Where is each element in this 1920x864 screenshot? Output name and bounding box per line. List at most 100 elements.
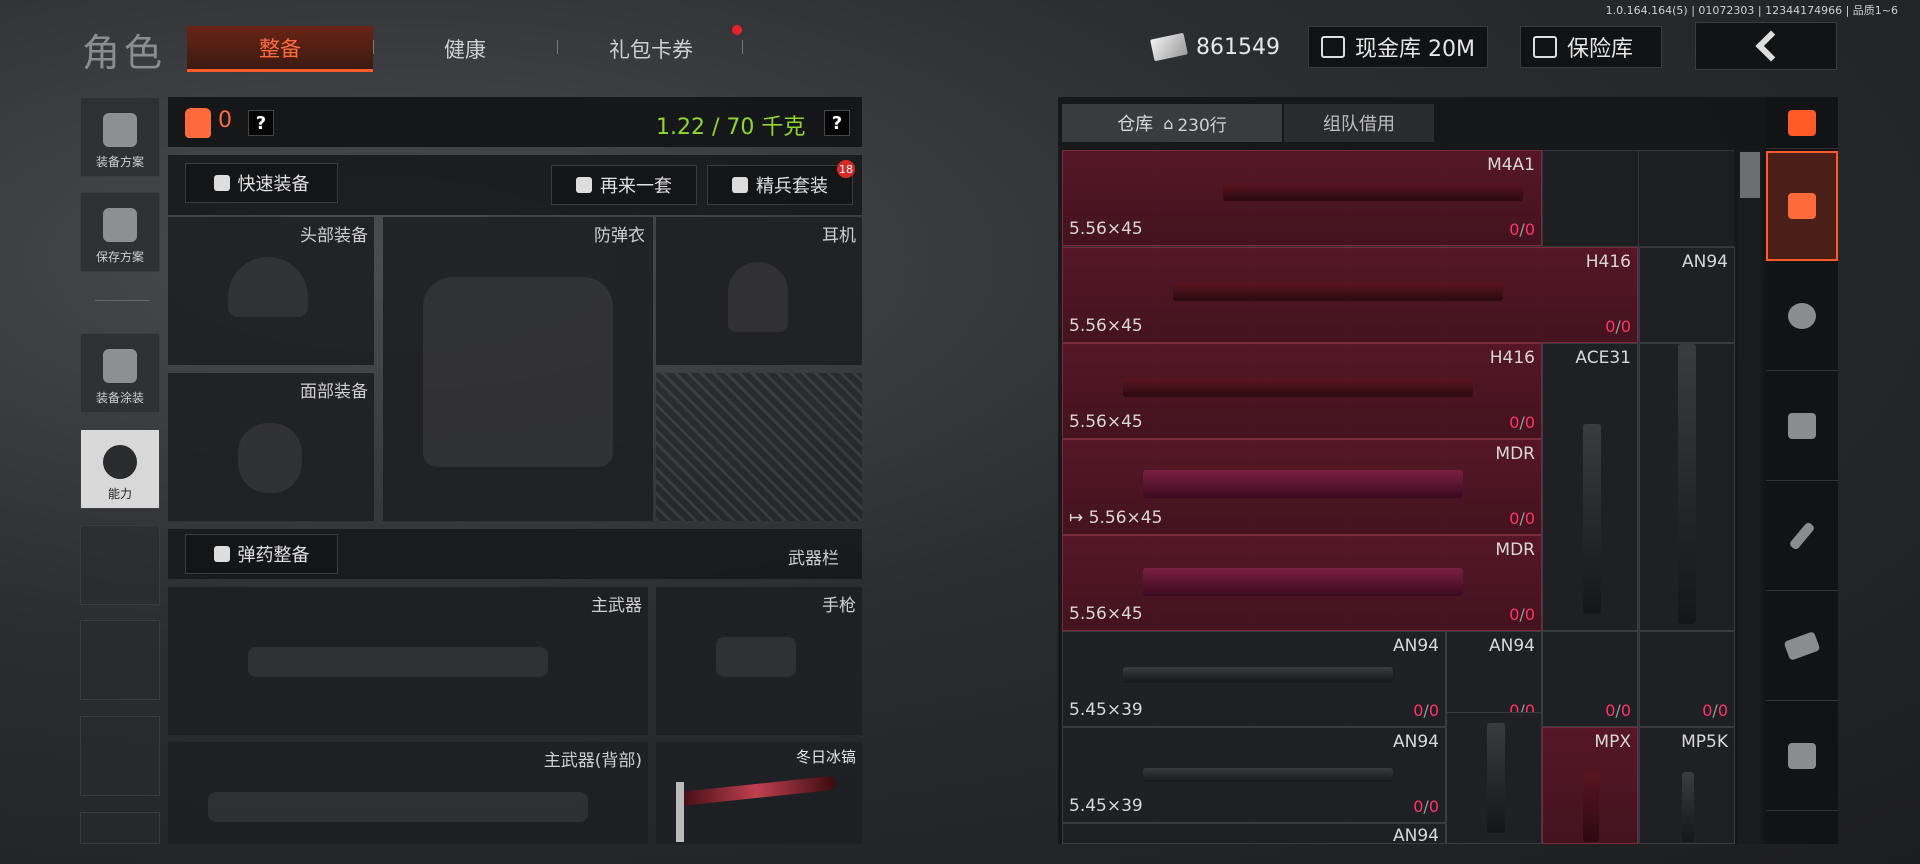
sidebar-save-plan[interactable]: 保存方案 (80, 192, 160, 272)
item-ammo: 0/0 (1702, 701, 1728, 720)
slot-armor-label: 防弹衣 (594, 226, 645, 246)
quick-equip-button[interactable]: 快速装备 (185, 163, 338, 203)
sidebar-save-plan-label: 保存方案 (95, 250, 144, 264)
tab-warehouse[interactable]: 仓库 ⌂ 230行 (1062, 104, 1282, 142)
ammo-max: 0 (1620, 317, 1631, 336)
warehouse-scroll-thumb[interactable] (1740, 152, 1760, 198)
cash-vault-button[interactable]: 现金库 20M (1308, 26, 1488, 68)
slot-pistol[interactable]: 手枪 (656, 587, 862, 735)
slot-locked (656, 373, 862, 521)
sort-button[interactable] (1766, 97, 1838, 149)
item-name: H416 (1585, 252, 1631, 272)
category-grenade[interactable] (1766, 261, 1838, 371)
warehouse-item[interactable]: H416 5.56×45 0/0 (1062, 343, 1542, 439)
item-ammo: 0/0 (1509, 413, 1535, 432)
slot-earphone[interactable]: 耳机 (656, 217, 862, 365)
item-ammo: 0/0 (1413, 701, 1439, 720)
safe-icon (1533, 36, 1557, 58)
warehouse-item[interactable]: 0/0 (1639, 631, 1735, 727)
warehouse-item[interactable]: AN94 5.45×39 0/0 (1062, 631, 1446, 727)
slot-head[interactable]: 头部装备 (168, 217, 374, 365)
ammo-current: 0 (1413, 797, 1424, 816)
ammo-max: 0 (1524, 413, 1535, 432)
vault-icon (1321, 36, 1345, 58)
smg-image (1583, 772, 1599, 842)
sidebar-ability-label: 能力 (107, 487, 132, 501)
item-name: MDR (1495, 540, 1535, 560)
warehouse-item[interactable]: AN94 5.45×39 0/0 (1062, 727, 1446, 823)
ability-icon (103, 445, 137, 479)
warehouse-scrollbar[interactable] (1738, 150, 1762, 844)
shield-icon (732, 177, 748, 193)
slot-primary-back-label: 主武器(背部) (543, 751, 642, 771)
warehouse-item[interactable]: AN94 (1062, 823, 1446, 846)
armor-count: 0 (218, 108, 232, 133)
category-medical[interactable] (1766, 371, 1838, 481)
reroll-button[interactable]: 再来一套 (551, 165, 697, 205)
rifle-image (1143, 768, 1393, 782)
refresh-icon (576, 177, 592, 193)
slot-face[interactable]: 面部装备 (168, 373, 374, 521)
tab-health[interactable]: 健康 (372, 26, 558, 72)
category-cash[interactable] (1766, 591, 1838, 701)
all-items-icon (1788, 193, 1816, 219)
warehouse-item[interactable] (1639, 343, 1735, 631)
helmet-icon (228, 257, 308, 317)
slot-primary-back[interactable]: 主武器(背部) (168, 742, 648, 844)
tab-gift-cards[interactable]: 礼包卡券 (558, 26, 744, 72)
sidebar-skins[interactable]: 装备涂装 (80, 333, 160, 413)
ammo-button[interactable]: 弹药整备 (185, 534, 338, 574)
warehouse-item[interactable]: H416 5.56×45 0/0 (1062, 247, 1638, 343)
tab-team-borrow[interactable]: 组队借用 (1284, 104, 1434, 142)
notification-dot (732, 25, 742, 35)
warehouse-item[interactable]: AN94 (1639, 247, 1735, 343)
slot-primary-weapon[interactable]: 主武器 (168, 587, 648, 735)
slot-head-label: 头部装备 (300, 226, 368, 246)
category-box[interactable] (1766, 701, 1838, 811)
warehouse-item[interactable]: MPX (1542, 727, 1638, 844)
ammo-max: 0 (1428, 701, 1439, 720)
warehouse-item[interactable]: MDR 5.56×45 0/0 (1062, 535, 1542, 631)
weight-help-icon[interactable]: ? (824, 110, 850, 136)
sidebar-ability[interactable]: 能力 (80, 429, 160, 509)
key-icon (1788, 520, 1816, 551)
ammo-current: 0 (1702, 701, 1713, 720)
warehouse-item[interactable]: M4A1 5.56×45 0/0 (1062, 150, 1542, 246)
item-name: AN94 (1682, 252, 1728, 272)
rifle-image (1143, 568, 1463, 596)
elite-set-button[interactable]: 精兵套装 (707, 165, 853, 205)
warehouse-item[interactable]: MP5K (1639, 727, 1735, 844)
item-name: AN94 (1393, 732, 1439, 752)
warehouse-item[interactable] (1446, 712, 1542, 844)
safe-button[interactable]: 保险库 (1520, 26, 1662, 68)
rifle-image (1123, 379, 1473, 397)
item-ammo: 0/0 (1413, 797, 1439, 816)
warehouse-item[interactable]: ACE31 (1542, 343, 1638, 631)
armor-help-icon[interactable]: ? (248, 110, 274, 136)
item-ammo: 0/0 (1605, 701, 1631, 720)
category-key[interactable] (1766, 481, 1838, 591)
tab-equip[interactable]: 整备 (187, 26, 373, 72)
back-button[interactable] (1695, 22, 1837, 70)
cash-display: 861549 (1140, 26, 1292, 68)
warehouse-item[interactable]: MDR ↦ 5.56×45 0/0 (1062, 439, 1542, 535)
helmet-icon (103, 349, 137, 383)
chevron-left-icon (1755, 30, 1787, 62)
slot-armor[interactable]: 防弹衣 (383, 217, 653, 521)
shirt-icon (213, 175, 230, 191)
tab-divider (742, 40, 743, 54)
item-name: ACE31 (1575, 348, 1631, 368)
page-title: 角色 (82, 31, 167, 75)
slot-melee[interactable]: 冬日冰镐 (656, 742, 862, 844)
sidebar-empty-slot (80, 812, 160, 844)
item-ammo: 0/0 (1605, 317, 1631, 336)
sidebar-skins-label: 装备涂装 (95, 391, 144, 405)
item-name: M4A1 (1487, 155, 1535, 175)
sidebar-loadout-plan[interactable]: 装备方案 (80, 97, 160, 177)
rifle-image (1583, 424, 1601, 614)
tab-warehouse-label: 仓库 (1117, 114, 1154, 135)
slot-earphone-label: 耳机 (822, 226, 856, 246)
rifle-image (1123, 667, 1393, 683)
warehouse-item[interactable]: 0/0 (1542, 631, 1638, 727)
category-all[interactable] (1766, 151, 1838, 261)
